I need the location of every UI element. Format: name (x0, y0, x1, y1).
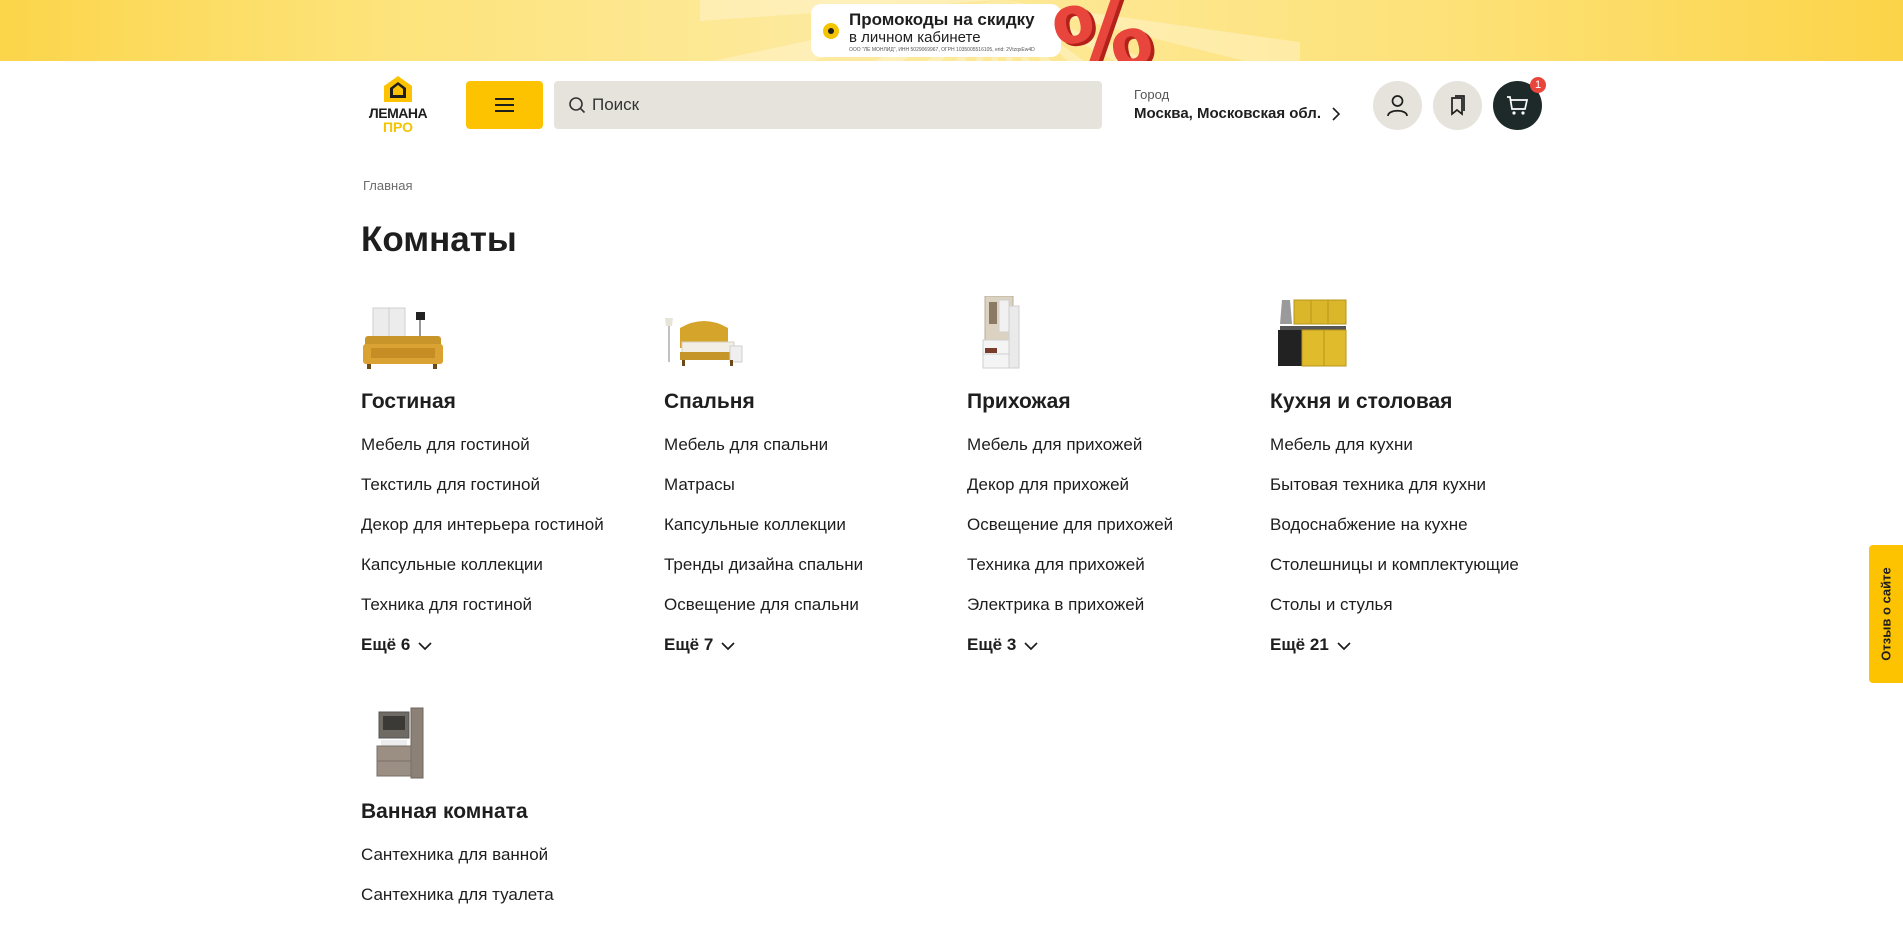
catalog-menu-button[interactable] (466, 81, 543, 129)
category-link[interactable]: Матрасы (664, 475, 735, 495)
living-room-image[interactable] (361, 296, 443, 372)
show-more-button[interactable]: Ещё 3 (967, 635, 1038, 655)
category-link[interactable]: Мебель для гостиной (361, 435, 530, 455)
promo-card[interactable]: Промокоды на скидку в личном кабинете ОО… (811, 4, 1061, 57)
category-link[interactable]: Электрика в прихожей (967, 595, 1144, 615)
search-input[interactable] (592, 81, 1092, 129)
chevron-down-icon (1337, 641, 1351, 650)
hallway-image[interactable] (967, 296, 1049, 372)
category-link[interactable]: Сантехника для ванной (361, 845, 548, 865)
city-value: Москва, Московская обл. (1134, 105, 1321, 122)
page-title: Комнаты (361, 220, 517, 259)
category-link[interactable]: Столы и стулья (1270, 595, 1393, 615)
logo-text-bottom: ПРО (382, 119, 414, 135)
promo-legal-text: ООО "ЛЕ МОНЛИД", ИНН 5029069967, ОГРН 10… (849, 47, 1035, 53)
chevron-down-icon (1024, 641, 1038, 650)
chevron-down-icon (721, 641, 735, 650)
category-link[interactable]: Столешницы и комплектующие (1270, 555, 1519, 575)
category-title[interactable]: Прихожая (967, 390, 1071, 414)
breadcrumb-home[interactable]: Главная (363, 178, 412, 193)
category-link[interactable]: Техника для гостиной (361, 595, 532, 615)
category-kitchen: Кухня и столовая Мебель для кухни Бытова… (1270, 296, 1560, 656)
feedback-label: Отзыв о сайте (1878, 567, 1894, 661)
show-more-button[interactable]: Ещё 7 (664, 635, 735, 655)
favorites-button[interactable] (1433, 81, 1482, 130)
menu-icon (495, 104, 514, 106)
promo-subtitle: в личном кабинете (849, 29, 981, 46)
user-icon (1387, 95, 1408, 117)
logo[interactable]: ЛЕМАНА ПРО (361, 74, 435, 136)
category-bathroom: Ванная комната Сантехника для ванной Сан… (361, 706, 651, 916)
search-bar[interactable] (554, 81, 1102, 129)
feedback-tab[interactable]: Отзыв о сайте (1869, 545, 1903, 683)
cart-count-badge: 1 (1530, 77, 1546, 93)
bookmark-icon (1451, 95, 1465, 116)
category-link[interactable]: Мебель для кухни (1270, 435, 1413, 455)
bathroom-image[interactable] (361, 706, 443, 782)
search-icon (569, 97, 586, 114)
show-more-button[interactable]: Ещё 21 (1270, 635, 1351, 655)
show-more-label: Ещё 21 (1270, 635, 1329, 654)
category-title[interactable]: Гостиная (361, 390, 456, 414)
category-link[interactable]: Капсульные коллекции (361, 555, 543, 575)
city-label: Город (1134, 87, 1170, 102)
category-link[interactable]: Капсульные коллекции (664, 515, 846, 535)
category-link[interactable]: Бытовая техника для кухни (1270, 475, 1486, 495)
show-more-label: Ещё 3 (967, 635, 1017, 654)
category-living-room: Гостиная Мебель для гостиной Текстиль дл… (361, 296, 651, 656)
category-hallway: Прихожая Мебель для прихожей Декор для п… (967, 296, 1257, 656)
city-selector[interactable]: Город Москва, Московская обл. (1134, 87, 1344, 127)
category-title[interactable]: Ванная комната (361, 800, 528, 824)
promo-banner[interactable]: Промокоды на скидку в личном кабинете ОО… (0, 0, 1903, 61)
category-title[interactable]: Спальня (664, 390, 755, 414)
category-link[interactable]: Сантехника для туалета (361, 885, 554, 905)
chevron-right-icon (1332, 107, 1341, 121)
kitchen-image[interactable] (1270, 296, 1352, 372)
category-link[interactable]: Декор для прихожей (967, 475, 1129, 495)
category-link[interactable]: Освещение для прихожей (967, 515, 1173, 535)
bedroom-image[interactable] (664, 296, 746, 372)
category-link[interactable]: Техника для прихожей (967, 555, 1145, 575)
show-more-label: Ещё 6 (361, 635, 411, 654)
promo-logo-icon (823, 23, 839, 39)
category-link[interactable]: Мебель для спальни (664, 435, 828, 455)
show-more-button[interactable]: Ещё 6 (361, 635, 432, 655)
promo-title: Промокоды на скидку (849, 10, 1035, 29)
category-link[interactable]: Тренды дизайна спальни (664, 555, 863, 575)
category-link[interactable]: Освещение для спальни (664, 595, 859, 615)
category-link[interactable]: Водоснабжение на кухне (1270, 515, 1468, 535)
category-link[interactable]: Мебель для прихожей (967, 435, 1142, 455)
menu-icon (495, 98, 514, 100)
category-link[interactable]: Декор для интерьера гостиной (361, 515, 604, 535)
show-more-label: Ещё 7 (664, 635, 714, 654)
chevron-down-icon (418, 641, 432, 650)
profile-button[interactable] (1373, 81, 1422, 130)
promo-percent-graphic: % (1044, 0, 1161, 61)
menu-icon (495, 110, 514, 112)
category-bedroom: Спальня Мебель для спальни Матрасы Капсу… (664, 296, 954, 656)
cart-icon (1507, 96, 1529, 115)
category-title[interactable]: Кухня и столовая (1270, 390, 1452, 414)
logo-house-icon (384, 76, 412, 102)
category-link[interactable]: Текстиль для гостиной (361, 475, 540, 495)
